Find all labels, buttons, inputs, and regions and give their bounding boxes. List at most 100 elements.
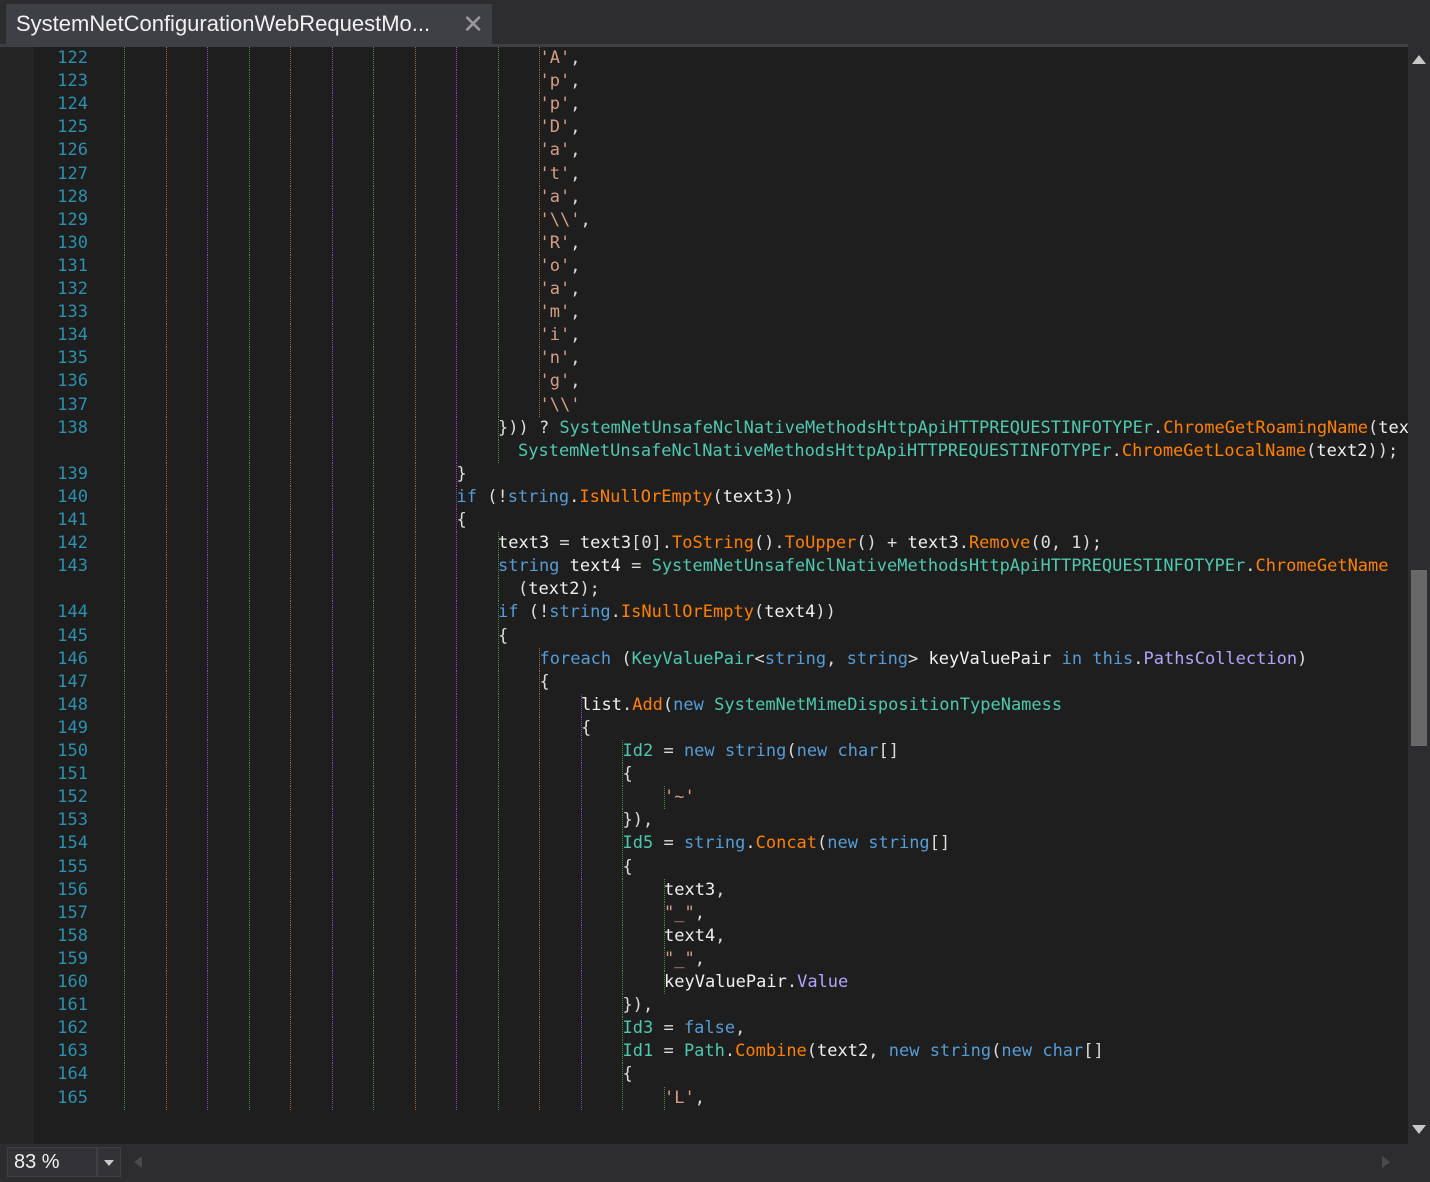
indent-guide (373, 624, 374, 648)
indent-guide (248, 93, 250, 117)
indent-guide (290, 716, 291, 740)
indent-guide (373, 1040, 374, 1064)
code-token: 'D' (539, 117, 571, 138)
code-token: string (507, 486, 570, 507)
code-token: )) (773, 486, 795, 507)
indent-guide (456, 901, 457, 925)
indent-guide (165, 601, 167, 625)
code-token: char (1042, 1041, 1084, 1062)
code-line: 130 'R', (0, 231, 1408, 255)
code-token: { (498, 625, 509, 646)
indent-guide (124, 70, 125, 94)
zoom-dropdown-button[interactable] (97, 1147, 121, 1177)
indent-guide (165, 1063, 167, 1087)
code-line: 145 { (0, 624, 1408, 648)
line-number: 134 (57, 325, 88, 346)
indent-guide (124, 994, 125, 1018)
scroll-left-icon[interactable] (134, 1156, 142, 1168)
indent-guide (124, 971, 125, 994)
indent-guide (414, 901, 416, 925)
indent-guide (331, 1063, 333, 1087)
code-token: text4 (764, 602, 816, 623)
scroll-thumb[interactable] (1411, 570, 1427, 746)
indent-guide (373, 947, 374, 971)
indent-guide (373, 439, 374, 463)
line-number: 122 (57, 48, 88, 68)
code-line: 122 'A', (0, 47, 1408, 70)
scroll-right-icon[interactable] (1382, 1156, 1390, 1168)
indent-guide (207, 855, 208, 879)
line-number: 151 (57, 764, 88, 785)
code-token: "_" (664, 902, 695, 923)
code-text: 'a', (540, 186, 581, 209)
code-token: , (570, 186, 581, 207)
indent-guide (248, 208, 250, 232)
code-token: SystemNetMimeDispositionTypeNamess (714, 694, 1063, 715)
indent-guide (539, 1063, 540, 1087)
zoom-level-field[interactable]: 83 % (7, 1147, 97, 1177)
line-number: 137 (57, 394, 88, 415)
code-line: 133 'm', (0, 301, 1408, 325)
code-token: false (683, 1018, 736, 1039)
indent-guide (165, 116, 167, 140)
indent-guide (580, 971, 582, 994)
indent-guide (373, 485, 374, 509)
indent-guide (497, 971, 499, 994)
indent-guide (290, 439, 291, 463)
code-editor[interactable]: 122 'A', 123 'p', 124 'p', 125 'D', 126 'a', 127 't… (0, 47, 1408, 1144)
code-token: , (715, 925, 726, 946)
code-token: { (581, 717, 592, 738)
indent-guide (248, 994, 250, 1018)
code-token: ToString (672, 533, 754, 554)
indent-guide (248, 47, 250, 70)
code-token: ChromeGetLocalName (1121, 440, 1307, 461)
indent-guide (414, 716, 416, 740)
indent-guide (290, 509, 291, 532)
code-token: string (868, 833, 930, 854)
code-line: 151 { (0, 763, 1408, 787)
indent-guide (331, 278, 333, 301)
indent-guide (497, 162, 499, 186)
scroll-up-icon[interactable] (1412, 55, 1426, 64)
indent-guide (539, 1017, 540, 1041)
indent-guide (539, 947, 540, 971)
close-icon[interactable]: ✕ (462, 9, 484, 39)
code-token: 'A' (539, 48, 571, 68)
indent-guide (497, 116, 499, 140)
indent-guide (165, 693, 167, 717)
document-tab[interactable]: SystemNetConfigurationWebRequestMo... ✕ (6, 4, 492, 44)
line-number: 158 (57, 925, 88, 946)
vertical-scrollbar[interactable] (1408, 47, 1430, 1144)
indent-guide (248, 532, 250, 556)
indent-guide (124, 208, 125, 232)
indent-guide (373, 555, 374, 579)
indent-guide (124, 578, 125, 602)
code-text: 'A', (540, 47, 581, 70)
indent-guide (331, 994, 333, 1018)
indent-guide (373, 393, 374, 417)
indent-guide (207, 370, 208, 394)
indent-guide (290, 555, 291, 579)
indent-guide (331, 624, 333, 648)
code-text: '~' (664, 786, 695, 809)
indent-guide (290, 1063, 291, 1087)
indent-guide (539, 740, 540, 763)
indent-guide (207, 740, 208, 763)
code-line: 147 { (0, 670, 1408, 694)
indent-guide (290, 532, 291, 556)
indent-guide (248, 947, 250, 971)
indent-guide (414, 832, 416, 856)
indent-guide (497, 1086, 499, 1110)
line-number: 133 (57, 302, 88, 323)
indent-guide (373, 809, 374, 833)
indent-guide (165, 370, 167, 394)
horizontal-scrollbar[interactable] (124, 1147, 1408, 1177)
scroll-down-icon[interactable] (1412, 1125, 1426, 1134)
indent-guide (165, 208, 167, 232)
indent-guide (165, 416, 167, 440)
indent-guide (165, 324, 167, 348)
code-text: { (540, 671, 550, 694)
code-token: ( (817, 833, 828, 854)
